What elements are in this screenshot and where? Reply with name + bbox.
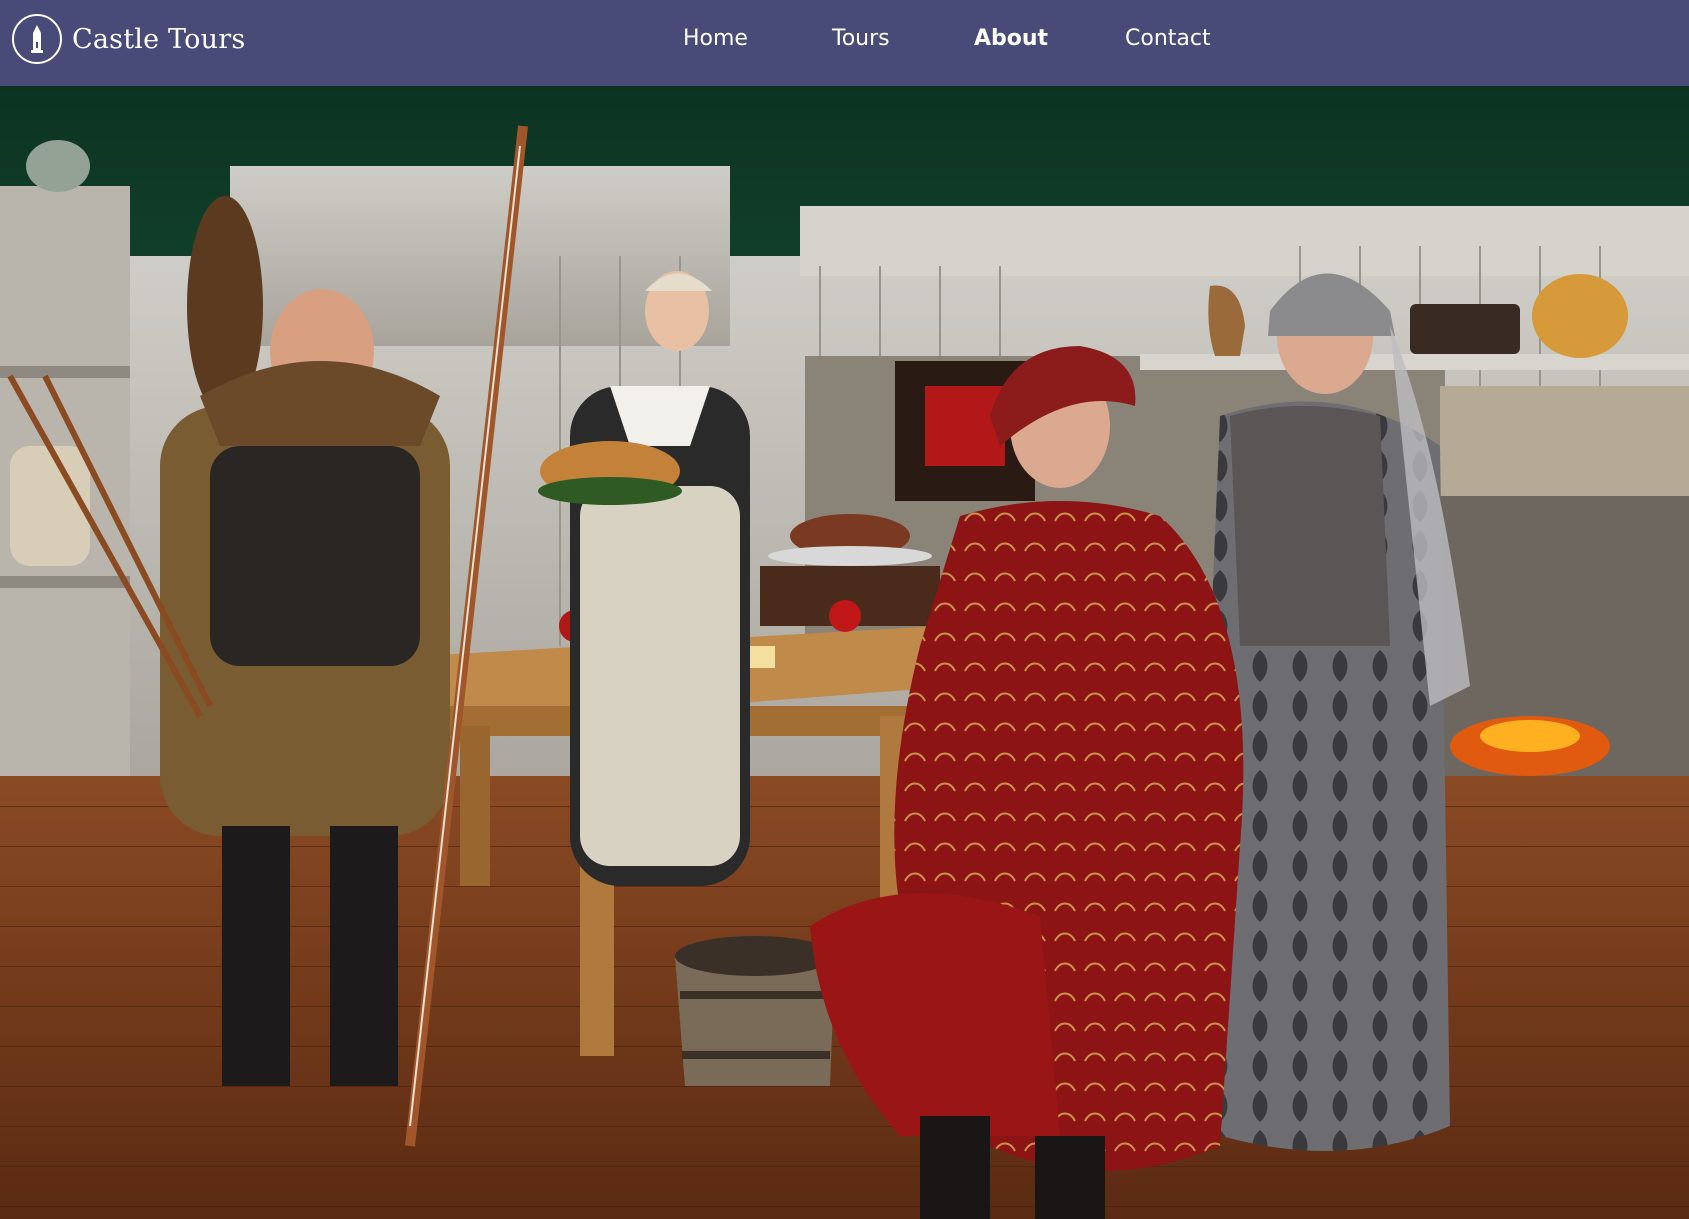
hero-image [0,86,1689,1219]
brand-home-link[interactable]: Castle Tours [12,13,245,65]
top-navbar: Castle Tours Home Tours About Contact [0,0,1689,86]
hero-photo-illustration [0,86,1689,1219]
nav-home[interactable]: Home [683,26,748,51]
castle-tower-icon [12,14,62,64]
nav-contact[interactable]: Contact [1125,26,1211,51]
brand-name: Castle Tours [72,23,246,55]
nav-about[interactable]: About [974,26,1048,51]
nav-tours[interactable]: Tours [832,26,890,51]
